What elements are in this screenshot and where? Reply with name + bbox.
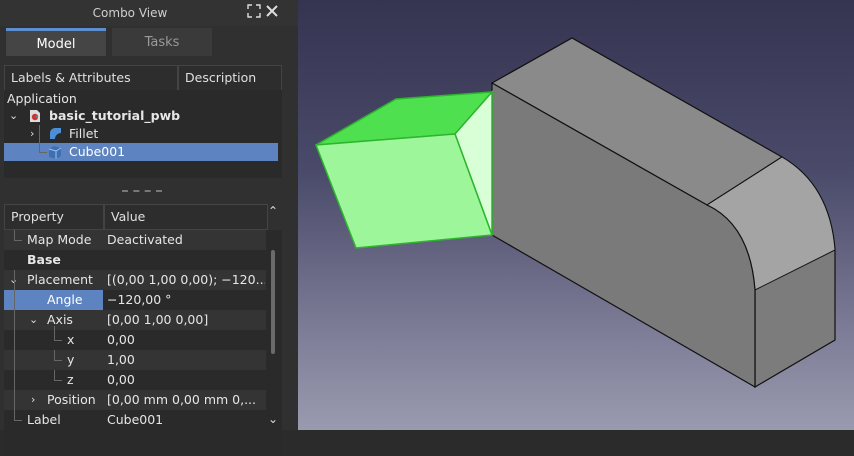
- undock-icon[interactable]: [246, 4, 262, 20]
- property-key: z: [67, 372, 74, 387]
- tree-guide-line: [14, 410, 15, 420]
- tree-guide-line: [14, 310, 15, 350]
- property-value[interactable]: [0,00 1,00 0,00]: [107, 310, 265, 330]
- tree-guide-line: [14, 350, 15, 370]
- tree-item-fillet[interactable]: › Fillet: [4, 125, 278, 143]
- property-row-placement[interactable]: ⌄ Placement [(0,00 1,00 0,00); −120....: [4, 270, 266, 290]
- model-tree: Application ⌄ basic_tutorial_pwb › Fille…: [4, 90, 282, 178]
- combo-view-titlebar: Combo View: [0, 0, 298, 26]
- tree-guide-line: [14, 420, 22, 421]
- tab-tasks[interactable]: Tasks: [112, 28, 212, 56]
- props-column-property[interactable]: Property: [4, 204, 104, 230]
- property-row-angle[interactable]: Angle −120,00 °: [4, 290, 266, 310]
- property-key: Placement: [27, 272, 93, 287]
- property-value[interactable]: 0,00: [107, 330, 265, 350]
- property-key: x: [67, 332, 75, 347]
- property-group-label: Base: [27, 252, 61, 267]
- tree-guide-line: [54, 380, 62, 381]
- tree-guide-line: [14, 390, 15, 410]
- property-row-x[interactable]: x 0,00: [4, 310, 266, 350]
- tree-guide-line: [54, 360, 62, 361]
- property-value[interactable]: Cube001: [107, 410, 265, 430]
- tab-model[interactable]: Model: [6, 28, 106, 56]
- property-row-position[interactable]: › Position [0,00 mm 0,00 mm 0,...: [4, 390, 266, 410]
- tab-bar: Model Tasks: [6, 28, 212, 56]
- 3d-viewport[interactable]: [298, 0, 854, 430]
- chevron-down-icon[interactable]: ⌄: [29, 310, 38, 330]
- property-value[interactable]: Deactivated: [107, 230, 265, 250]
- chevron-up-icon[interactable]: ⌃: [268, 204, 278, 218]
- property-row-label[interactable]: Label Cube001: [4, 410, 266, 430]
- tree-document-row[interactable]: ⌄ basic_tutorial_pwb: [4, 107, 278, 125]
- tree-guide-line: [54, 340, 62, 341]
- property-key: Map Mode: [27, 232, 92, 247]
- tree-guide-line: [39, 152, 47, 153]
- tree-guide-line: [39, 125, 40, 152]
- property-value[interactable]: 0,00: [107, 370, 265, 390]
- property-key: Angle: [4, 290, 103, 310]
- property-group-base: Base: [4, 250, 266, 270]
- tree-column-labels[interactable]: Labels & Attributes: [4, 65, 178, 91]
- property-row-z[interactable]: z 0,00: [4, 370, 266, 390]
- tree-guide-line: [54, 370, 55, 380]
- property-row-axis[interactable]: ⌄ Axis [0,00 1,00 0,00]: [4, 270, 266, 330]
- tree-guide-line: [14, 230, 15, 240]
- property-key: Axis: [47, 312, 73, 327]
- property-scrollbar[interactable]: [271, 250, 275, 354]
- tree-column-description[interactable]: Description: [178, 65, 282, 91]
- close-icon[interactable]: [264, 4, 280, 20]
- tree-guide-line: [54, 326, 55, 340]
- tree-guide-line: [54, 350, 55, 360]
- chevron-down-icon[interactable]: ⌄: [9, 107, 18, 125]
- tree-item-cube001[interactable]: Cube001: [4, 125, 278, 164]
- chevron-right-icon[interactable]: ›: [30, 125, 34, 143]
- panel-title: Combo View: [92, 6, 168, 20]
- tree-section-application: Application: [7, 91, 77, 106]
- 3d-scene[interactable]: [298, 0, 854, 430]
- property-key: Position: [47, 392, 96, 407]
- property-value[interactable]: [(0,00 1,00 0,00); −120....: [107, 270, 265, 290]
- combo-view-panel: Combo View Model Tasks Labels & Attribut…: [0, 0, 298, 456]
- tree-guide-line: [14, 240, 22, 241]
- tree-item-label: Cube001: [69, 144, 126, 159]
- property-value[interactable]: [0,00 mm 0,00 mm 0,...: [107, 390, 265, 410]
- panel-splitter[interactable]: [122, 190, 162, 192]
- tree-guide-line: [14, 370, 15, 390]
- cube-icon: [48, 145, 62, 164]
- chevron-right-icon[interactable]: ›: [31, 390, 35, 410]
- props-column-value[interactable]: Value: [104, 204, 268, 230]
- property-row-map-mode[interactable]: Map Mode Deactivated: [4, 230, 266, 250]
- property-key: Label: [27, 412, 61, 427]
- property-value[interactable]: −120,00 °: [107, 290, 265, 310]
- document-label: basic_tutorial_pwb: [49, 108, 181, 123]
- property-row-y[interactable]: y 1,00: [4, 350, 266, 370]
- tree-item-label: Fillet: [69, 126, 99, 141]
- property-value[interactable]: 1,00: [107, 350, 265, 370]
- property-list: Map Mode Deactivated Base ⌄ Placement [(…: [4, 230, 282, 456]
- chevron-down-icon[interactable]: ⌄: [268, 412, 278, 426]
- property-key: y: [67, 352, 75, 367]
